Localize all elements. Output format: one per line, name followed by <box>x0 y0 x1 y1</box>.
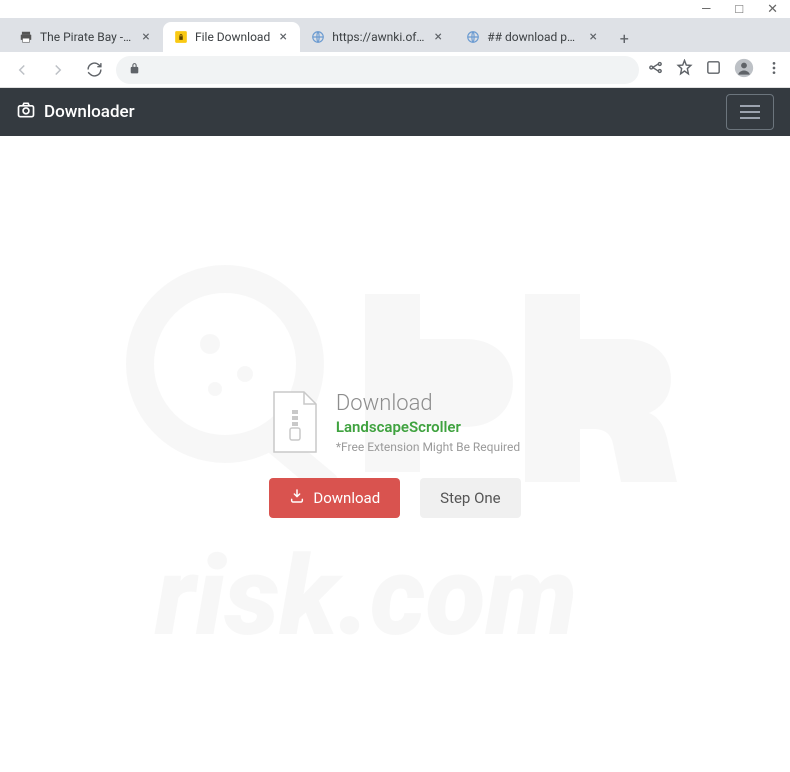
close-icon[interactable]: × <box>431 30 445 44</box>
navbar-brand[interactable]: Downloader <box>16 100 135 125</box>
step-one-button[interactable]: Step One <box>420 478 520 518</box>
camera-icon <box>16 100 36 125</box>
file-note: *Free Extension Might Be Required <box>336 440 520 454</box>
tab-title: File Download <box>195 30 270 44</box>
reload-button[interactable] <box>80 56 108 84</box>
profile-icon[interactable] <box>734 58 754 82</box>
hamburger-icon <box>740 105 760 119</box>
brand-label: Downloader <box>44 102 135 122</box>
globe-icon <box>465 29 481 45</box>
menu-icon[interactable] <box>766 60 782 80</box>
new-tab-button[interactable]: + <box>610 24 638 52</box>
maximize-button[interactable]: □ <box>735 1 743 17</box>
file-row: Download LandscapeScroller *Free Extensi… <box>270 390 520 454</box>
file-name: LandscapeScroller <box>336 418 520 436</box>
close-icon[interactable]: × <box>139 30 153 44</box>
address-bar[interactable] <box>116 56 639 84</box>
printer-icon <box>18 29 34 45</box>
close-icon[interactable]: × <box>276 30 290 44</box>
minimize-button[interactable]: — <box>701 2 711 17</box>
download-icon <box>289 488 305 508</box>
tab-title: The Pirate Bay - The ga... <box>40 30 133 44</box>
hamburger-button[interactable] <box>726 94 774 130</box>
tab-pirate-bay[interactable]: The Pirate Bay - The ga... × <box>8 22 163 52</box>
lock-icon <box>128 60 141 79</box>
download-button-label: Download <box>313 489 380 507</box>
tab-download-page[interactable]: ## download page ## × <box>455 22 610 52</box>
browser-toolbar <box>0 52 790 88</box>
button-row: Download Step One <box>269 478 520 518</box>
share-icon[interactable] <box>647 59 664 80</box>
close-icon[interactable]: × <box>586 30 600 44</box>
page-content: risk.com Download LandscapeScroller *Fre… <box>0 136 790 772</box>
download-title: Download <box>336 391 520 416</box>
page-navbar: Downloader <box>0 88 790 136</box>
back-button[interactable] <box>8 56 36 84</box>
tab-awnki[interactable]: https://awnki.ofchildr.b... × <box>300 22 455 52</box>
tab-file-download[interactable]: File Download × <box>163 22 300 52</box>
svg-text:risk.com: risk.com <box>154 532 577 661</box>
forward-button[interactable] <box>44 56 72 84</box>
download-card: Download LandscapeScroller *Free Extensi… <box>269 390 520 518</box>
download-button[interactable]: Download <box>269 478 400 518</box>
tab-title: ## download page ## <box>487 30 580 44</box>
globe-icon <box>310 29 326 45</box>
lock-icon <box>173 29 189 45</box>
tab-strip: The Pirate Bay - The ga... × File Downlo… <box>0 18 790 52</box>
tab-title: https://awnki.ofchildr.b... <box>332 30 425 44</box>
file-info: Download LandscapeScroller *Free Extensi… <box>336 391 520 454</box>
window-controls: — □ ✕ <box>0 0 790 18</box>
file-icon <box>270 390 320 454</box>
extensions-icon[interactable] <box>705 59 722 80</box>
step-one-label: Step One <box>440 489 500 507</box>
close-window-button[interactable]: ✕ <box>767 2 778 17</box>
star-icon[interactable] <box>676 59 693 80</box>
